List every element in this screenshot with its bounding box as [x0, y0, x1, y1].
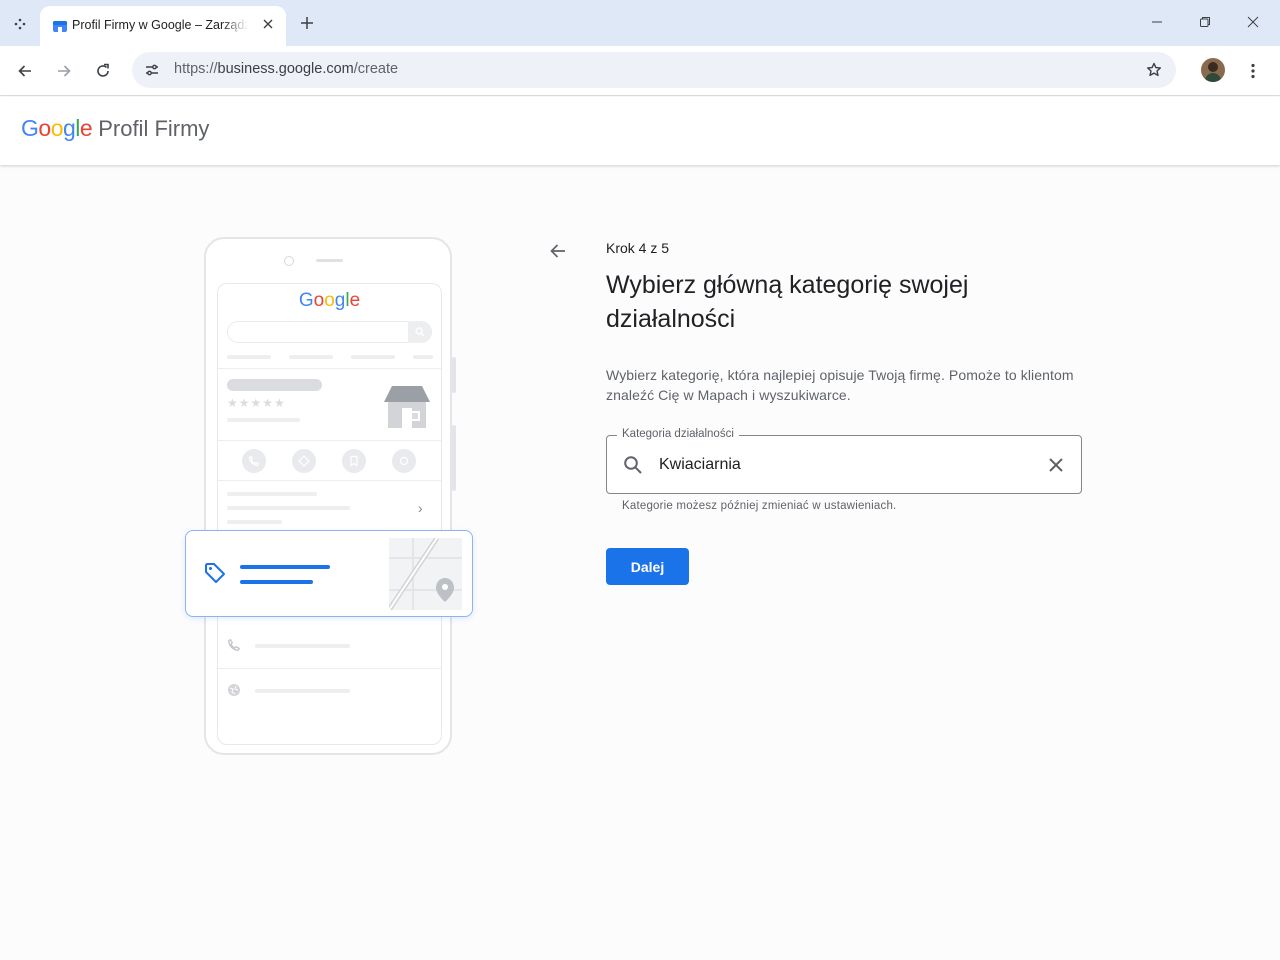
divider	[218, 368, 441, 369]
page-title: Wybierz główną kategorię swojej działaln…	[606, 271, 969, 333]
call-icon	[242, 449, 266, 473]
placeholder-bar	[255, 689, 350, 693]
chevron-right-icon: ›	[418, 500, 423, 516]
category-input[interactable]	[659, 452, 1029, 478]
placeholder-bar	[227, 520, 282, 524]
placeholder-bar	[227, 506, 350, 510]
tab-title: Profil Firmy w Google – Zarządzaj	[72, 18, 248, 32]
search-icon	[408, 321, 432, 343]
placeholder-bar	[289, 355, 333, 359]
divider	[218, 480, 441, 481]
avatar[interactable]	[1201, 58, 1225, 82]
share-icon	[392, 449, 416, 473]
placeholder-title	[227, 379, 322, 391]
back-icon[interactable]	[12, 58, 38, 84]
helper-text: Kategorie możesz później zmieniać w usta…	[622, 500, 897, 512]
illustration-search-bar	[227, 321, 432, 343]
close-window-icon[interactable]	[1241, 10, 1265, 34]
illustration-google-logo: Google	[298, 290, 361, 311]
phone-screen: Google ★★★★★ ›	[217, 283, 442, 745]
divider	[218, 440, 441, 441]
placeholder-bar	[227, 492, 317, 496]
divider	[218, 668, 441, 669]
more-icon[interactable]	[1241, 58, 1265, 84]
browser-tab-strip: Profil Firmy w Google – Zarządzaj	[0, 0, 1280, 46]
map-thumbnail	[389, 538, 462, 610]
clear-icon[interactable]	[1045, 454, 1067, 476]
browser-tab[interactable]: Profil Firmy w Google – Zarządzaj	[40, 6, 286, 46]
close-icon[interactable]	[258, 14, 278, 34]
google-business-logo[interactable]: Google Profil Firmy	[21, 115, 209, 142]
reload-icon[interactable]	[90, 58, 116, 84]
phone-camera	[284, 256, 294, 266]
phone-button	[452, 425, 456, 491]
phone-button	[452, 357, 456, 393]
site-info-icon[interactable]	[142, 60, 162, 80]
page-description: Wybierz kategorię, która najlepiej opisu…	[606, 367, 1074, 403]
phone-icon	[227, 638, 241, 657]
forward-icon[interactable]	[51, 58, 77, 84]
globe-icon	[227, 683, 241, 702]
minimize-icon[interactable]	[1145, 10, 1169, 34]
placeholder-bar	[351, 355, 395, 359]
phone-speaker	[316, 259, 343, 262]
tag-icon	[204, 562, 226, 589]
placeholder-bar	[255, 644, 350, 648]
next-button[interactable]: Dalej	[606, 548, 689, 585]
phone-illustration: Google ★★★★★ ›	[204, 237, 456, 755]
app-header: Google Profil Firmy	[0, 97, 1280, 165]
category-field[interactable]: Kategoria działalności	[606, 428, 1082, 494]
restore-icon[interactable]	[1193, 10, 1217, 34]
url-path: /create	[353, 61, 399, 77]
browser-toolbar: https://business.google.com/create	[0, 46, 1280, 96]
category-field-label: Kategoria działalności	[617, 428, 739, 440]
save-icon	[342, 449, 366, 473]
directions-icon	[292, 449, 316, 473]
step-indicator: Krok 4 z 5	[606, 240, 670, 256]
address-bar[interactable]: https://business.google.com/create	[132, 52, 1176, 88]
google-wordmark: Google	[21, 115, 93, 141]
star-icon[interactable]	[1144, 60, 1164, 80]
url-host: business.google.com	[217, 61, 354, 77]
rating-stars: ★★★★★	[227, 396, 286, 410]
url-scheme: https://	[174, 61, 218, 77]
category-line	[240, 565, 330, 569]
placeholder-bar	[413, 355, 433, 359]
product-name: Profil Firmy	[98, 116, 210, 141]
url-text[interactable]: https://business.google.com/create	[174, 61, 398, 77]
store-icon	[384, 386, 430, 428]
search-icon	[623, 455, 643, 475]
plus-icon[interactable]	[295, 11, 319, 35]
placeholder-bar	[227, 355, 271, 359]
category-line	[240, 580, 313, 584]
placeholder-bar	[227, 418, 300, 422]
favicon-icon	[52, 18, 68, 34]
arrow-back-icon[interactable]	[543, 236, 573, 266]
tab-search-icon[interactable]	[8, 12, 32, 36]
category-highlight-card	[185, 530, 473, 617]
